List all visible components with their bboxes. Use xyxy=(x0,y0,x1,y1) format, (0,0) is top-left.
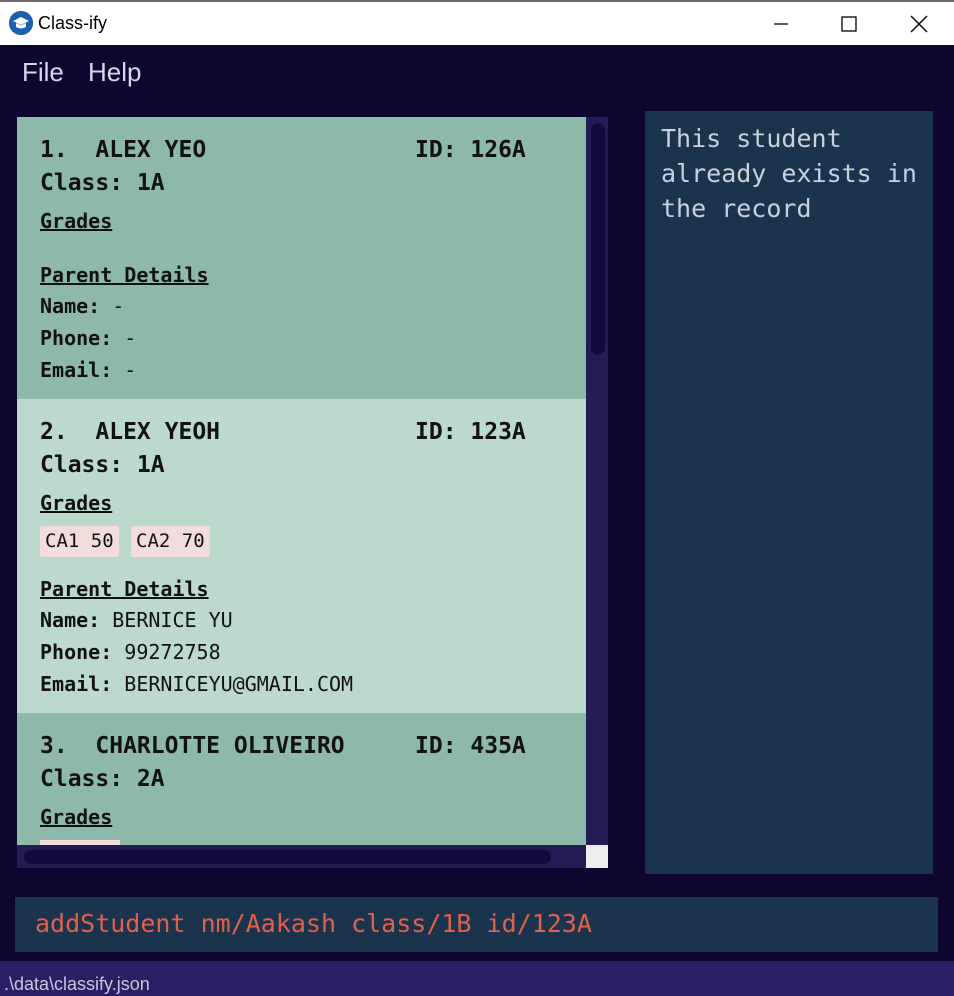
minimize-button[interactable] xyxy=(750,2,812,45)
menu-help[interactable]: Help xyxy=(88,57,141,88)
status-bar: .\data\classify.json xyxy=(0,961,954,996)
parent-email-label: Email: xyxy=(40,358,113,382)
result-display: This student already exists in the recor… xyxy=(645,111,933,874)
result-message: This student already exists in the recor… xyxy=(661,124,932,223)
student-name: 3. CHARLOTTE OLIVEIRO xyxy=(40,733,345,759)
student-id: ID: 123A xyxy=(415,419,526,445)
grade-tag: CA2 70 xyxy=(131,526,210,557)
graduation-cap-icon xyxy=(9,11,33,35)
maximize-button[interactable] xyxy=(818,2,880,45)
student-class: Class: 2A xyxy=(40,766,165,792)
parent-details-heading: Parent Details xyxy=(40,263,209,287)
student-card[interactable]: 1. ALEX YEO ID: 126A Class: 1A Grades Pa… xyxy=(17,117,586,399)
title-bar: Class-ify xyxy=(0,0,954,45)
parent-email: Email: - xyxy=(40,358,136,382)
student-list: 1. ALEX YEO ID: 126A Class: 1A Grades Pa… xyxy=(17,117,586,845)
parent-email-value: BERNICEYU@GMAIL.COM xyxy=(112,672,354,696)
close-button[interactable] xyxy=(888,2,950,45)
vertical-scrollbar-thumb[interactable] xyxy=(591,123,605,355)
student-id: ID: 435A xyxy=(415,733,526,759)
grades-heading: Grades xyxy=(40,491,113,515)
command-box[interactable]: addStudent nm/Aakash class/1B id/123A xyxy=(15,897,938,952)
scrollbar-corner xyxy=(586,845,608,868)
student-class: Class: 1A xyxy=(40,170,165,196)
parent-phone-label: Phone: xyxy=(40,326,113,350)
parent-name-value: - xyxy=(100,294,125,318)
menu-file[interactable]: File xyxy=(22,57,64,88)
save-location: .\data\classify.json xyxy=(4,974,150,994)
close-icon xyxy=(910,15,928,32)
parent-email: Email: BERNICEYU@GMAIL.COM xyxy=(40,672,353,696)
grade-tag: CA1 50 xyxy=(40,526,119,557)
window-title: Class-ify xyxy=(38,13,108,33)
student-class: Class: 1A xyxy=(40,452,165,478)
menu-bar: File Help xyxy=(0,45,954,99)
horizontal-scrollbar-thumb[interactable] xyxy=(24,850,551,864)
student-list-panel: 1. ALEX YEO ID: 126A Class: 1A Grades Pa… xyxy=(17,117,608,868)
student-name: 2. ALEX YEOH xyxy=(40,419,221,445)
parent-phone-value: 99272758 xyxy=(112,640,221,664)
parent-name: Name: - xyxy=(40,294,124,318)
minimize-icon xyxy=(774,22,788,25)
parent-phone-label: Phone: xyxy=(40,640,113,664)
parent-phone-value: - xyxy=(112,326,137,350)
parent-name-value: BERNICE YU xyxy=(100,608,233,632)
parent-name-label: Name: xyxy=(40,608,101,632)
maximize-icon xyxy=(841,15,857,32)
parent-name-label: Name: xyxy=(40,294,101,318)
parent-details-heading: Parent Details xyxy=(40,577,209,601)
student-card[interactable]: 3. CHARLOTTE OLIVEIRO ID: 435A Class: 2A… xyxy=(17,713,586,845)
grades-heading: Grades xyxy=(40,209,113,233)
parent-email-value: - xyxy=(112,358,137,382)
student-name: 1. ALEX YEO xyxy=(40,137,207,163)
parent-phone: Phone: 99272758 xyxy=(40,640,221,664)
parent-phone: Phone: - xyxy=(40,326,136,350)
student-card[interactable]: 2. ALEX YEOH ID: 123A Class: 1A Grades C… xyxy=(17,399,586,713)
command-input[interactable]: addStudent nm/Aakash class/1B id/123A xyxy=(35,909,592,938)
parent-name: Name: BERNICE YU xyxy=(40,608,233,632)
student-id: ID: 126A xyxy=(415,137,526,163)
parent-email-label: Email: xyxy=(40,672,113,696)
grades-heading: Grades xyxy=(40,805,113,829)
